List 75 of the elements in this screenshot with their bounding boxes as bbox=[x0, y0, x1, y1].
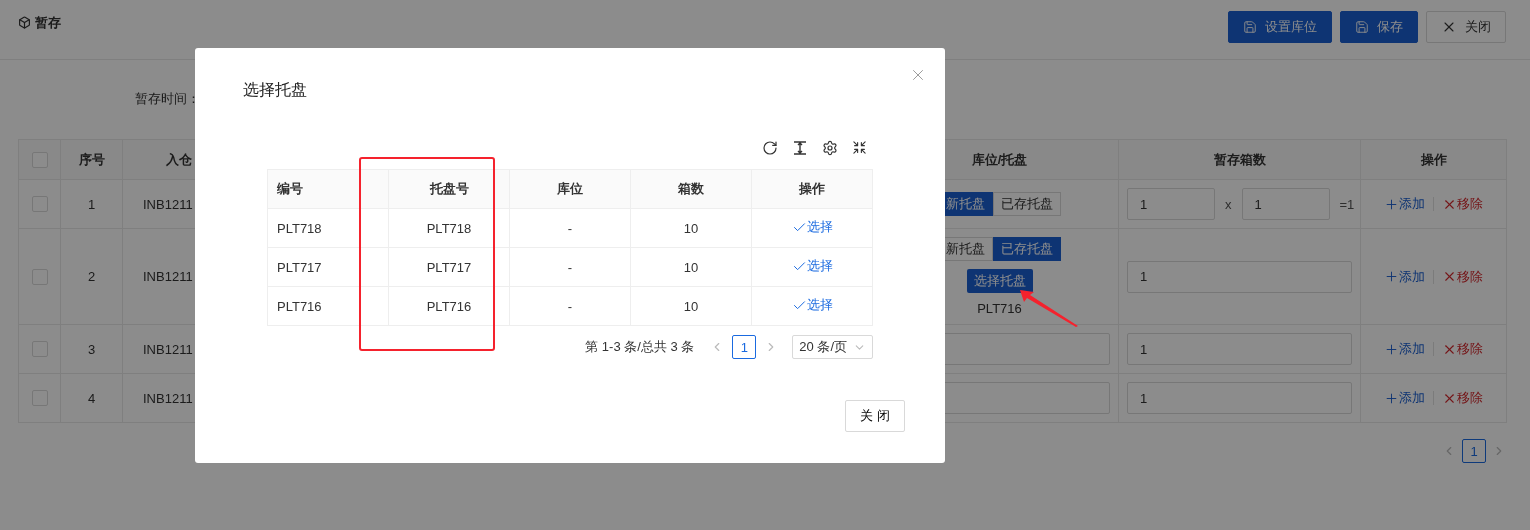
input-field[interactable]: 1 bbox=[1241, 188, 1330, 220]
page-size-select[interactable]: 20 条/页 bbox=[792, 335, 873, 359]
page-button[interactable]: 1 bbox=[732, 335, 757, 359]
settings-icon[interactable] bbox=[822, 140, 838, 156]
column-header: 库位/托盘 bbox=[971, 151, 1028, 167]
table-cell: PLT718 bbox=[277, 220, 322, 236]
select-link[interactable]: 选择 bbox=[791, 218, 833, 237]
shrink-icon[interactable] bbox=[852, 140, 867, 155]
column-header: 托盘号 bbox=[429, 181, 469, 196]
select-pallet-button[interactable]: 选择托盘 bbox=[966, 269, 1033, 293]
add-link[interactable]: 添加 bbox=[1384, 340, 1425, 358]
table-cell: 10 bbox=[683, 298, 699, 314]
column-header: 入仓 bbox=[166, 151, 192, 167]
segment-button[interactable]: 已存托盘 bbox=[993, 237, 1061, 261]
page-title: 暂存 bbox=[35, 13, 61, 32]
input-field[interactable]: 1 bbox=[1127, 260, 1352, 293]
table-cell: INB1211 bbox=[143, 390, 193, 406]
table-cell: 10 bbox=[683, 220, 699, 236]
segment-button[interactable]: 已存托盘 bbox=[993, 192, 1061, 216]
remove-link[interactable]: 移除 bbox=[1442, 195, 1483, 213]
add-link[interactable]: 添加 bbox=[1384, 195, 1425, 213]
table-cell: - bbox=[567, 259, 573, 275]
pagination-summary: 第 1-3 条/总共 3 条 bbox=[585, 338, 695, 356]
input-field[interactable]: 1 bbox=[1127, 333, 1352, 365]
plus-icon bbox=[1384, 269, 1399, 284]
table-cell: 2 bbox=[87, 269, 96, 284]
save-button[interactable]: 保存 bbox=[1340, 10, 1418, 43]
table-cell: 4 bbox=[87, 390, 96, 406]
page-button[interactable]: 1 bbox=[1462, 439, 1486, 463]
table-cell: - bbox=[567, 220, 573, 236]
save-icon bbox=[1243, 19, 1257, 34]
add-link[interactable]: 添加 bbox=[1384, 389, 1425, 407]
table-cell: 3 bbox=[87, 341, 96, 357]
plus-icon bbox=[1384, 341, 1399, 357]
remove-link[interactable]: 移除 bbox=[1442, 267, 1483, 286]
remove-link[interactable]: 移除 bbox=[1442, 389, 1483, 407]
column-header: 库位 bbox=[557, 181, 583, 196]
line-height-icon[interactable] bbox=[792, 140, 808, 156]
close-button[interactable]: 关 闭 bbox=[845, 400, 905, 432]
pallet-number: PLT716 bbox=[977, 301, 1022, 316]
column-header: 操作 bbox=[1420, 151, 1447, 167]
table-cell: PLT718 bbox=[426, 220, 472, 236]
multiply-sign: x bbox=[1225, 196, 1232, 212]
dialog-title: 选择托盘 bbox=[243, 80, 308, 100]
column-header: 操作 bbox=[799, 181, 825, 196]
table-cell: - bbox=[567, 298, 573, 314]
table-cell: INB1211 bbox=[143, 341, 193, 357]
remove-link[interactable]: 移除 bbox=[1442, 340, 1483, 358]
table-cell: INB1211 bbox=[143, 269, 193, 284]
table-cell: PLT717 bbox=[277, 259, 322, 275]
plus-icon bbox=[1384, 196, 1399, 212]
table-cell: INB1211 bbox=[143, 196, 193, 212]
select-link[interactable]: 选择 bbox=[791, 296, 833, 315]
refresh-icon[interactable] bbox=[762, 140, 778, 156]
save-button[interactable]: 设置库位 bbox=[1228, 10, 1332, 43]
column-header: 编号 bbox=[277, 181, 303, 196]
input-field[interactable]: 1 bbox=[1127, 382, 1352, 414]
field-label: 暂存时间： bbox=[135, 90, 200, 108]
table-cell: 10 bbox=[683, 259, 699, 275]
input-field[interactable]: 1 bbox=[1127, 188, 1215, 220]
add-link[interactable]: 添加 bbox=[1384, 267, 1425, 286]
table-cell: PLT716 bbox=[426, 298, 472, 314]
close-button[interactable]: 关闭 bbox=[1426, 10, 1506, 43]
table-cell: PLT716 bbox=[277, 298, 322, 314]
cube-icon bbox=[18, 16, 31, 29]
column-header: 箱数 bbox=[678, 181, 704, 196]
result-text: =1 bbox=[1339, 196, 1355, 212]
cross-icon bbox=[1442, 269, 1457, 284]
column-header: 序号 bbox=[78, 151, 105, 167]
table-cell: PLT717 bbox=[426, 259, 472, 275]
plus-icon bbox=[1384, 390, 1399, 406]
select-link[interactable]: 选择 bbox=[791, 257, 833, 276]
column-header: 暂存箱数 bbox=[1213, 151, 1266, 167]
save-icon bbox=[1355, 19, 1369, 34]
table-cell: 1 bbox=[87, 196, 96, 212]
